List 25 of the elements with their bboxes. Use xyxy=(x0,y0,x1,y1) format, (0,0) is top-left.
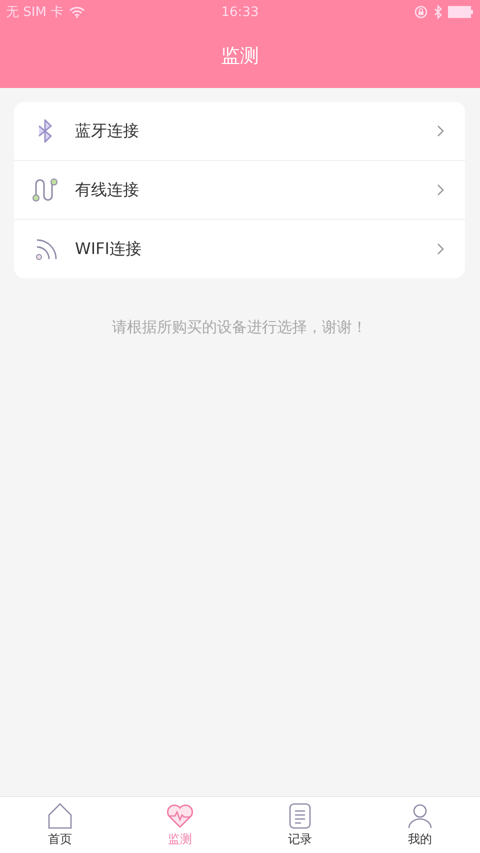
home-icon xyxy=(48,802,72,828)
connection-item[interactable]: 有线连接 xyxy=(14,160,465,219)
carrier-text: 无 SIM 卡 xyxy=(6,4,64,21)
connection-label: 有线连接 xyxy=(75,180,140,200)
document-icon xyxy=(289,802,311,828)
tab-item[interactable]: 记录 xyxy=(240,797,360,853)
hint-text: 请根据所购买的设备进行选择，谢谢！ xyxy=(111,318,368,337)
connection-label: WIFI连接 xyxy=(75,238,142,260)
person-icon xyxy=(408,802,432,828)
wifi-signal-icon xyxy=(68,6,85,18)
connection-item[interactable]: WIFI连接 xyxy=(14,219,465,278)
chevron-right-icon xyxy=(437,184,445,196)
connection-label: 蓝牙连接 xyxy=(75,120,140,142)
page-title: 监测 xyxy=(221,44,259,69)
chevron-right-icon xyxy=(437,125,445,137)
battery-icon xyxy=(448,6,474,18)
heart-pulse-icon xyxy=(166,802,194,828)
tab-item[interactable]: 首页 xyxy=(0,797,120,853)
connection-item[interactable]: 蓝牙连接 xyxy=(14,102,465,160)
cable-icon xyxy=(32,176,60,204)
chevron-right-icon xyxy=(437,243,445,255)
bluetooth-icon xyxy=(433,5,443,19)
rotation-lock-icon xyxy=(414,5,428,19)
clock-text: 16:33 xyxy=(221,4,259,20)
tab-item[interactable]: 我的 xyxy=(360,797,480,853)
